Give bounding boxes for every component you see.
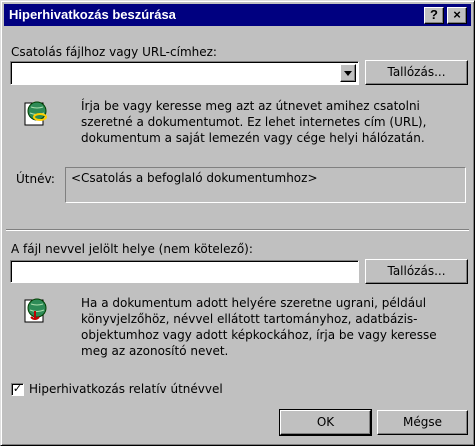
- named-location-description: Ha a dokumentum adott helyére szeretne u…: [81, 296, 437, 358]
- check-mark-icon: ✓: [12, 382, 23, 395]
- cancel-button[interactable]: Mégse: [377, 410, 468, 435]
- globe-link-icon: [24, 101, 47, 126]
- chevron-down-icon[interactable]: [340, 64, 356, 82]
- named-location-input[interactable]: [10, 260, 359, 283]
- insert-hyperlink-dialog: Hiperhivatkozás beszúrása ? × Csatolás f…: [0, 0, 475, 446]
- link-target-label: Csatolás fájlhoz vagy URL-címhez:: [11, 45, 217, 59]
- help-button[interactable]: ?: [424, 7, 444, 24]
- window-title: Hiperhivatkozás beszúrása: [9, 7, 176, 22]
- separator: [6, 229, 469, 231]
- path-label: Útnév:: [16, 172, 55, 186]
- browse-location-button[interactable]: Tallózás...: [365, 259, 468, 284]
- path-value: <Csatolás a befoglaló dokumentumhoz>: [71, 171, 318, 185]
- link-target-description: Írja be vagy keresse meg azt az útnevet …: [81, 99, 427, 145]
- close-button[interactable]: ×: [447, 7, 467, 24]
- title-bar: Hiperhivatkozás beszúrása ? ×: [4, 4, 471, 26]
- named-location-label: A fájl nevvel jelölt helye (nem kötelező…: [11, 242, 253, 256]
- relative-path-label[interactable]: Hiperhivatkozás relatív útnévvel: [29, 382, 223, 396]
- link-target-combo[interactable]: [10, 61, 359, 85]
- path-display: <Csatolás a befoglaló dokumentumhoz>: [65, 167, 466, 203]
- browse-file-button[interactable]: Tallózás...: [365, 60, 468, 85]
- ok-button[interactable]: OK: [279, 409, 372, 436]
- relative-path-checkbox[interactable]: ✓: [11, 383, 24, 396]
- globe-anchor-icon: [24, 298, 47, 323]
